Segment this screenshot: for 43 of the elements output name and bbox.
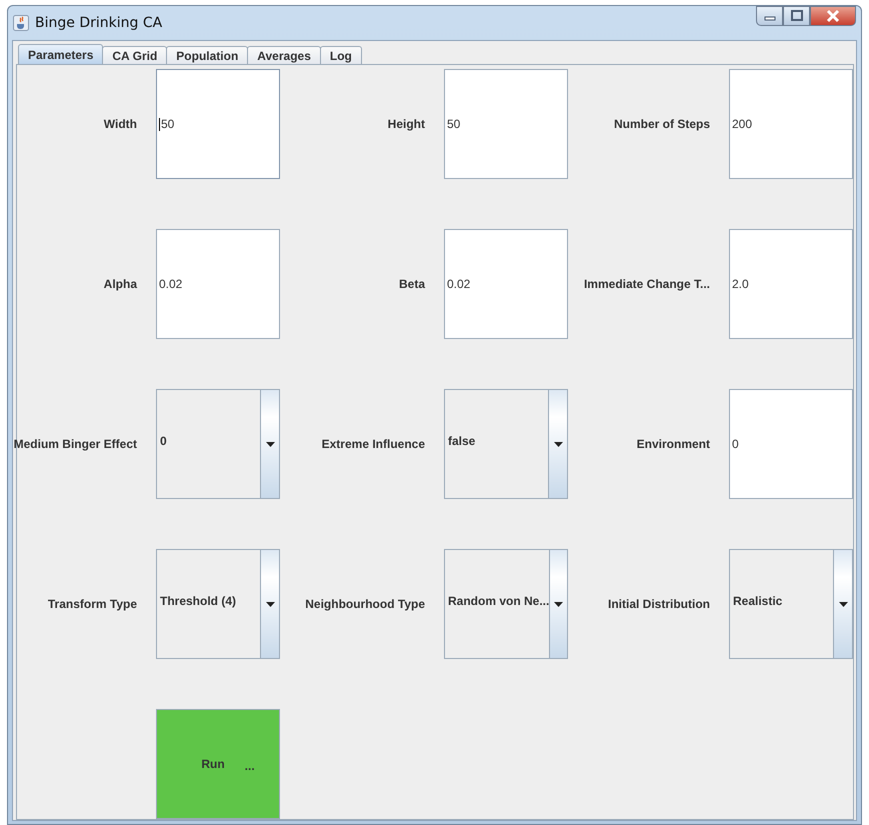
field-label: Immediate Change T... — [584, 277, 711, 291]
dropdown-arrow-icon — [838, 602, 848, 606]
dropdown[interactable]: Random von Ne... — [444, 549, 568, 659]
maximize-icon — [790, 10, 804, 22]
field-label: Transform Type — [48, 597, 138, 611]
text-field[interactable]: 2.0 — [729, 229, 853, 339]
field-label: Environment — [636, 437, 711, 451]
window-title: Binge Drinking CA — [35, 15, 162, 31]
tab[interactable]: Population — [166, 46, 248, 64]
tab[interactable]: CA Grid — [102, 46, 168, 64]
field-label: Medium Binger Effect — [14, 437, 138, 451]
text-field[interactable]: 0 — [729, 389, 853, 499]
field-label: Neighbourhood Type — [305, 597, 426, 611]
java-cup-icon — [13, 15, 29, 31]
dropdown[interactable]: Threshold (4) — [156, 549, 280, 659]
dropdown[interactable]: 0 — [156, 389, 280, 499]
text-field[interactable]: 50 — [156, 69, 280, 179]
dropdown[interactable]: Realistic — [729, 549, 853, 659]
tab[interactable]: Log — [320, 46, 362, 64]
text-field[interactable]: 0.02 — [444, 229, 568, 339]
dropdown-arrow-icon — [266, 442, 274, 446]
dropdown-arrow-icon — [554, 602, 564, 606]
field-label: Alpha — [104, 277, 138, 291]
field-label: Number of Steps — [614, 117, 711, 131]
tab[interactable]: Averages — [247, 46, 321, 64]
field-label: Initial Distribution — [608, 597, 711, 611]
close-button[interactable] — [810, 6, 856, 26]
run-button[interactable]: Run ... — [156, 709, 280, 819]
maximize-button[interactable] — [783, 6, 810, 26]
text-cursor — [159, 118, 160, 130]
minimize-button[interactable] — [756, 6, 783, 26]
field-label: Extreme Influence — [322, 437, 426, 451]
field-label: Height — [388, 117, 426, 131]
dropdown[interactable]: false — [444, 389, 568, 499]
text-field[interactable]: 0.02 — [156, 229, 280, 339]
dropdown-arrow-icon — [266, 602, 274, 606]
dropdown-arrow-icon — [554, 442, 562, 446]
close-icon — [825, 9, 841, 23]
tab[interactable]: Parameters — [18, 44, 104, 64]
field-label: Width — [104, 117, 138, 131]
text-field[interactable]: 200 — [729, 69, 853, 179]
field-label: Beta — [398, 277, 426, 291]
text-field[interactable]: 50 — [444, 69, 568, 179]
